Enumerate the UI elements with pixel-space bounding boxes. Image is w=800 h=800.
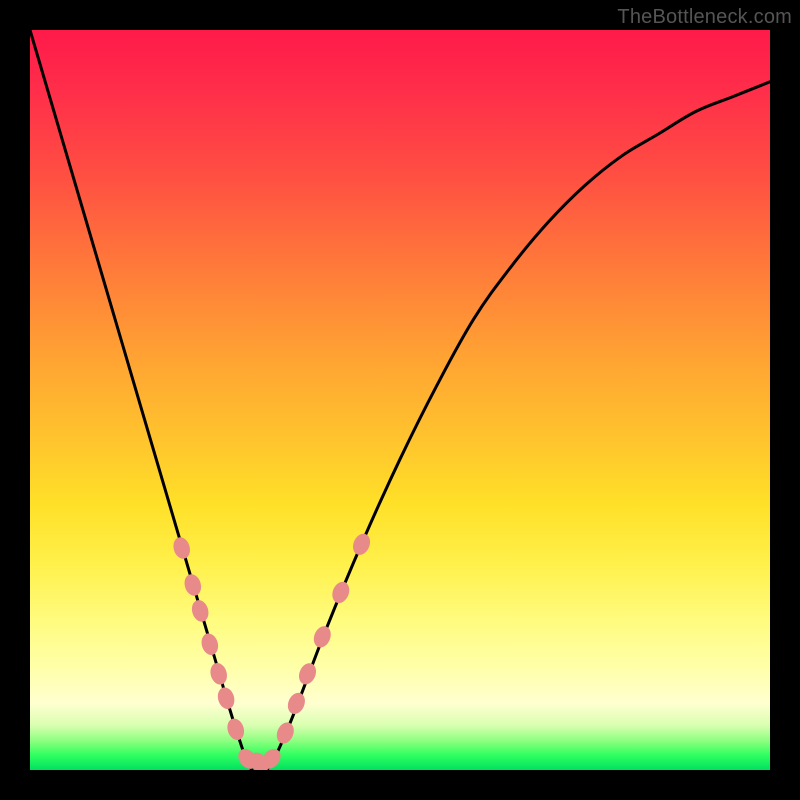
marker-group: [171, 531, 373, 770]
chart-plot-area: [30, 30, 770, 770]
chart-svg: [30, 30, 770, 770]
curve-marker: [296, 661, 319, 687]
curve-marker: [225, 716, 247, 742]
curve-marker: [215, 685, 237, 711]
curve-marker: [311, 624, 334, 650]
curve-marker: [189, 598, 211, 624]
curve-marker: [274, 720, 297, 746]
curve-marker: [350, 531, 373, 558]
curve-marker: [208, 661, 230, 687]
curve-marker: [329, 579, 352, 605]
watermark-text: TheBottleneck.com: [617, 6, 792, 29]
curve-marker: [182, 572, 204, 598]
bottleneck-curve-line: [30, 30, 770, 770]
curve-marker: [199, 631, 221, 657]
curve-marker: [285, 690, 308, 716]
curve-marker: [171, 535, 193, 561]
